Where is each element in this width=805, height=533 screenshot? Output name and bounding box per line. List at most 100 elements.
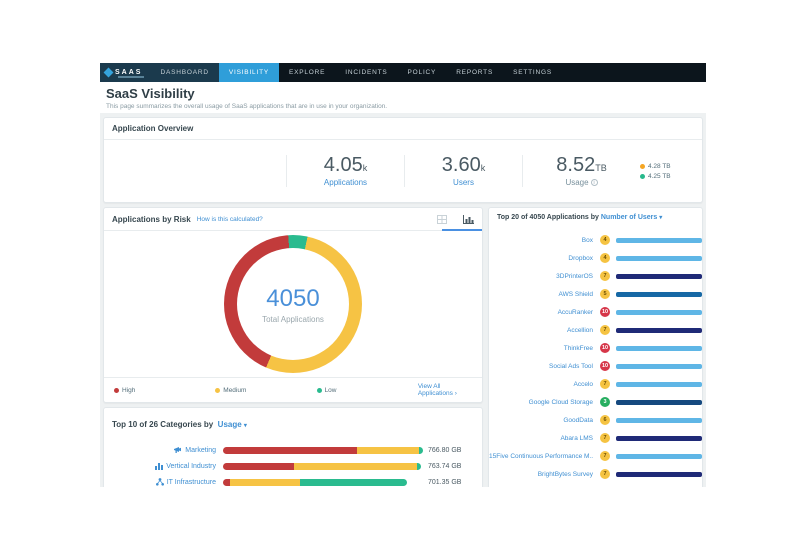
stat-users-value: 3.60k [405,155,522,176]
app-link[interactable]: BrightBytes Survey [489,471,593,478]
users-bar [616,364,702,369]
users-bar [616,346,702,351]
app-link[interactable]: Accellion [489,327,593,334]
usage-legend: 4.28 TB 4.25 TB [640,160,702,183]
applications-sort-dropdown[interactable]: Number of Users ▾ [601,214,662,221]
risk-score-badge: 7 [600,451,610,461]
categories-card-title: Top 10 of 26 Categories by [112,420,213,429]
app-link[interactable]: 3DPrinterOS [489,273,593,280]
legend-item-low: Low [317,387,418,394]
low-risk-dot-icon [317,388,322,393]
risk-score-badge: 7 [600,433,610,443]
stacked-usage-bar [223,479,407,486]
nav-item-policy[interactable]: POLICY [398,63,447,82]
risk-score-badge: 7 [600,325,610,335]
nav-item-settings[interactable]: SETTINGS [503,63,562,82]
nav-item-explore[interactable]: EXPLORE [279,63,335,82]
app-link[interactable]: Social Ads Tool [489,363,593,370]
total-applications-value: 4050 [266,285,319,313]
app-link[interactable]: Abara LMS [489,435,593,442]
app-link[interactable]: Dropbox [489,255,593,262]
categories-sort-dropdown[interactable]: Usage ▾ [218,420,247,429]
app-link[interactable]: AWS Shield [489,291,593,298]
risk-card-header: Applications by Risk How is this calcula… [104,208,482,231]
category-bar-zone [223,463,423,470]
users-bar [616,274,702,279]
risk-score-badge: 5 [600,289,610,299]
application-overview-card: Application Overview 4.05k Applications … [103,117,703,203]
stat-usage-value: 8.52TB [523,155,640,176]
category-link-it-infrastructure[interactable]: IT Infrastructure [104,478,216,486]
categories-card-header: Top 10 of 26 Categories by Usage ▾ [104,408,482,438]
app-link[interactable]: Box [489,237,593,244]
app-link[interactable]: Accelo [489,381,593,388]
application-row: AccuRanker 10 [489,303,702,321]
left-column: Applications by Risk How is this calcula… [103,207,483,487]
category-usage-value: 766.80 GB [428,447,461,454]
stat-usage-label: Usagei [523,178,640,187]
category-row: Vertical Industry 763.74 GB [104,458,474,474]
category-row: Marketing 766.80 GB [104,442,474,458]
risk-score-badge: 10 [600,307,610,317]
stat-users: 3.60k Users [404,155,522,187]
how-calculated-link[interactable]: How is this calculated? [197,216,263,223]
nav-item-dashboard[interactable]: DASHBOARD [150,63,218,82]
users-bar [616,436,702,441]
active-view-underline [442,229,482,231]
stat-applications: 4.05k Applications [286,155,404,187]
usage-legend-item: 4.28 TB [640,163,694,170]
total-applications-label: Total Applications [262,315,324,324]
stat-applications-label[interactable]: Applications [287,178,404,187]
application-row: Abara LMS 7 [489,429,702,447]
content-area: Application Overview 4.05k Applications … [100,113,706,487]
stat-applications-value: 4.05k [287,155,404,176]
application-row: Box 4 [489,231,702,249]
view-all-applications-link[interactable]: View All Applications › [418,383,472,397]
category-usage-value: 763.74 GB [428,463,461,470]
app-link[interactable]: AccuRanker [489,309,593,316]
green-dot-icon [640,174,645,179]
users-bar [616,454,702,459]
stacked-usage-bar [223,447,423,454]
users-bar [616,472,702,477]
nav-item-visibility[interactable]: VISIBILITY [219,63,279,82]
application-row: Dropbox 4 [489,249,702,267]
nav-item-incidents[interactable]: INCIDENTS [335,63,397,82]
application-row: 15Five Continuous Performance M... 7 [489,447,702,465]
chart-view-icon[interactable] [462,214,474,224]
usage-legend-item: 4.25 TB [640,173,694,180]
screenshot-stage: SAAS DASHBOARD VISIBILITY EXPLORE INCIDE… [0,0,805,533]
app-link[interactable]: Google Cloud Storage [489,399,593,406]
users-bar [616,418,702,423]
brand-logo[interactable]: SAAS [100,63,150,82]
applications-card-header: Top 20 of 4050 Applications by Number of… [489,208,702,227]
users-bar [616,328,702,333]
risk-donut-center: 4050 Total Applications [237,248,349,360]
users-bar [616,292,702,297]
category-bar-zone [223,479,423,486]
users-bar [616,400,702,405]
legend-item-medium: Medium [215,387,316,394]
network-icon [156,478,164,486]
categories-list: Marketing 766.80 GB Vertical Industry [104,438,482,487]
app-link[interactable]: ThinkFree [489,345,593,352]
risk-score-badge: 7 [600,379,610,389]
table-view-icon[interactable] [436,214,448,224]
category-link-vertical-industry[interactable]: Vertical Industry [104,462,216,470]
nav-item-reports[interactable]: REPORTS [446,63,503,82]
top-nav: SAAS DASHBOARD VISIBILITY EXPLORE INCIDE… [100,63,706,82]
stat-users-label[interactable]: Users [405,178,522,187]
medium-risk-dot-icon [215,388,220,393]
app-link[interactable]: GoodData [489,417,593,424]
category-usage-value: 701.35 GB [428,479,461,486]
category-link-marketing[interactable]: Marketing [104,446,216,454]
app-link[interactable]: 15Five Continuous Performance M... [489,453,593,460]
application-row: Google Cloud Storage 3 [489,393,702,411]
info-icon[interactable]: i [591,179,598,186]
applications-list: Box 4 Dropbox 4 3DPrinterOS 7 [489,227,702,483]
top-applications-card: Top 20 of 4050 Applications by Number of… [488,207,703,487]
application-overview-title: Application Overview [112,124,193,133]
logo-tagline [118,76,144,78]
stat-usage: 8.52TB Usagei [522,155,640,187]
risk-donut-chart[interactable]: 4050 Total Applications [224,235,362,373]
